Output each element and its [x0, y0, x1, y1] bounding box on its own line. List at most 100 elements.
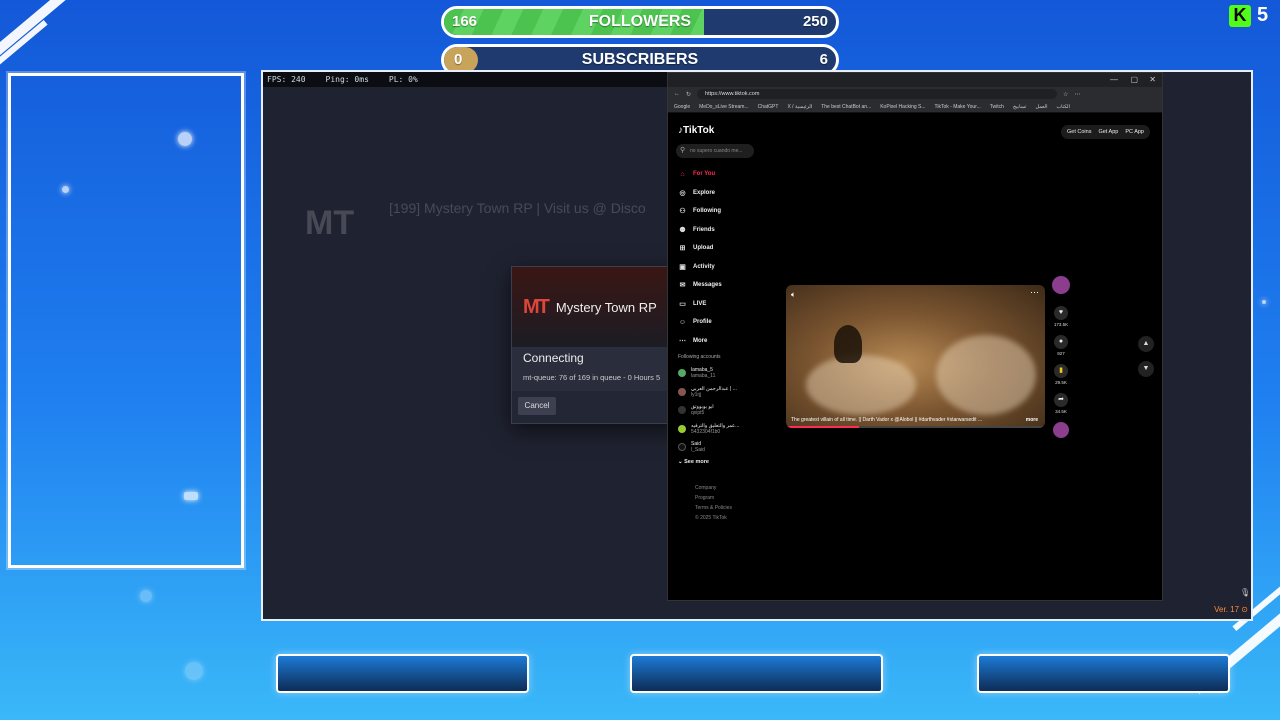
- video-smoke: [936, 335, 1036, 415]
- account-item[interactable]: Said l_Said: [678, 438, 758, 457]
- footer-link[interactable]: Company: [695, 483, 732, 493]
- bookmark-item[interactable]: ChatGPT: [758, 101, 779, 112]
- account-item[interactable]: ابو بوبووتق qxipt5: [678, 401, 758, 420]
- kick-logo-icon: K: [1229, 4, 1251, 27]
- message-icon: ✉: [679, 282, 686, 290]
- dialog-footer: Cancel: [512, 391, 680, 423]
- nav-item-more[interactable]: ⋯ More: [678, 332, 758, 351]
- nav-item-following[interactable]: ⚇ Following: [678, 202, 758, 221]
- favorite-icon[interactable]: ☆: [1063, 91, 1068, 98]
- footer-link[interactable]: Program: [695, 493, 732, 503]
- decorative-stripe: [0, 0, 97, 64]
- followers-goal-bar: 166 FOLLOWERS 250: [441, 6, 839, 38]
- video-progress-bar[interactable]: [786, 426, 1045, 428]
- address-bar-row: ← ↻ https://www.tiktok.com ☆ ⋯: [668, 87, 1162, 101]
- video-caption: The greatest villain of all time. || Dar…: [791, 417, 1040, 423]
- account-name: عبدالرحمن العربي | ...: [691, 385, 737, 392]
- connecting-dialog: MT Mystery Town RP Connecting mt-queue: …: [511, 266, 681, 424]
- like-count: 173.5K: [1053, 322, 1069, 327]
- bookmark-item[interactable]: KoPixel Hacking S...: [880, 101, 925, 112]
- comment-icon[interactable]: ●: [1054, 335, 1068, 349]
- avatar: [678, 406, 686, 415]
- account-item[interactable]: lamaba_5 lamaba_11: [678, 364, 758, 383]
- video-progress-fill: [786, 426, 859, 428]
- account-handle: l_Said: [691, 447, 705, 454]
- friends-icon: ⚉: [679, 226, 686, 234]
- nav-item-profile[interactable]: ☺ Profile: [678, 313, 758, 332]
- maximize-icon[interactable]: ▢: [1130, 75, 1138, 84]
- get-app-button[interactable]: Get App: [1098, 125, 1118, 139]
- previous-video-button[interactable]: ▲: [1138, 336, 1154, 352]
- search-input[interactable]: no supero cuando me...: [676, 144, 754, 158]
- get-coins-button[interactable]: Get Coins: [1067, 125, 1091, 139]
- video-player[interactable]: 🔈︎ ⋯ The greatest villain of all time. |…: [786, 285, 1045, 428]
- video-figure: [834, 325, 862, 363]
- bookmark-item[interactable]: The best ChatBot an...: [821, 101, 871, 112]
- next-video-button[interactable]: ▼: [1138, 361, 1154, 377]
- nav-item-activity[interactable]: ▣ Activity: [678, 258, 758, 277]
- caption-more-link[interactable]: more: [1026, 417, 1038, 423]
- nav-item-explore[interactable]: ◎ Explore: [678, 184, 758, 203]
- cancel-button[interactable]: Cancel: [518, 397, 556, 415]
- nav-item-upload[interactable]: ⊞ Upload: [678, 239, 758, 258]
- nav-label: For You: [693, 171, 716, 178]
- nav-label: Messages: [693, 282, 722, 289]
- inbox-icon: ▣: [679, 263, 686, 271]
- nav-label: Following: [693, 208, 721, 215]
- nav-item-friends[interactable]: ⚉ Friends: [678, 221, 758, 240]
- kick-counter: K 5: [1229, 4, 1268, 27]
- nav-label: Upload: [693, 245, 714, 252]
- close-icon[interactable]: ✕: [1149, 75, 1156, 84]
- video-options-icon[interactable]: ⋯: [1030, 287, 1039, 298]
- bookmarks-bar: Google MeDo_sLive Stream... ChatGPT X / …: [668, 101, 1162, 113]
- reload-icon[interactable]: ↻: [686, 91, 691, 98]
- compass-icon: ◎: [679, 189, 686, 197]
- see-more-text: See more: [684, 458, 709, 465]
- avatar: [678, 387, 686, 396]
- bookmark-item[interactable]: TikTok - Make Your...: [935, 101, 981, 112]
- nav-item-messages[interactable]: ✉ Messages: [678, 276, 758, 295]
- microphone-icon: 🎙︎: [1240, 588, 1251, 597]
- bookmark-item[interactable]: Google: [674, 101, 690, 112]
- bookmark-icon[interactable]: ▮: [1054, 364, 1068, 378]
- bookmark-item[interactable]: MeDo_sLive Stream...: [699, 101, 748, 112]
- account-item[interactable]: عمر والتعليق والترفيه... 5432304f1b0: [678, 420, 758, 439]
- comment-count: 927: [1057, 351, 1065, 356]
- url-input[interactable]: https://www.tiktok.com: [697, 89, 1058, 99]
- like-icon[interactable]: ♥: [1054, 306, 1068, 320]
- nav-item-for-you[interactable]: ⌂ For You: [678, 165, 758, 184]
- bookmark-item[interactable]: الكتاب: [1056, 101, 1069, 112]
- extensions-icon[interactable]: ⋯: [1074, 91, 1080, 98]
- account-handle: ly1rjj: [691, 391, 702, 398]
- tiktok-footer: Company Program Terms & Policies © 2025 …: [695, 483, 732, 523]
- account-item[interactable]: عبدالرحمن العربي | ... ly1rjj: [678, 383, 758, 402]
- creator-avatar[interactable]: [1052, 276, 1070, 294]
- account-handle: lamaba_11: [691, 373, 716, 380]
- share-icon[interactable]: ➦: [1054, 393, 1068, 407]
- bookmark-item[interactable]: X / الرئيسية: [787, 101, 812, 112]
- avatar: [678, 369, 686, 378]
- pc-app-button[interactable]: PC App: [1125, 125, 1144, 139]
- game-screen: FPS: 240 Ping: 0ms PL: 0% MT [199] Myste…: [261, 70, 1253, 621]
- overlay-panel-center: [630, 654, 883, 693]
- bookmark-count: 29.5K: [1055, 380, 1067, 385]
- music-disc-icon[interactable]: [1053, 422, 1069, 438]
- back-icon[interactable]: ←: [674, 91, 680, 97]
- tiktok-logo[interactable]: ♪TikTok: [678, 125, 714, 136]
- version-text: Ver. 17: [1214, 605, 1240, 614]
- footer-link[interactable]: Terms & Policies: [695, 503, 732, 513]
- background-sparkle: [1262, 300, 1266, 304]
- server-title-faded: [199] Mystery Town RP | Visit us @ Disco: [389, 200, 646, 216]
- minimize-icon[interactable]: —: [1110, 75, 1118, 84]
- followers-target: 250: [802, 13, 828, 30]
- see-more-link[interactable]: ⌄ See more: [678, 459, 758, 465]
- bookmark-item[interactable]: العمل: [1035, 101, 1047, 112]
- bookmark-item[interactable]: تسابيح: [1013, 101, 1027, 112]
- nav-label: Friends: [693, 226, 715, 233]
- settings-icon[interactable]: ⊙: [1241, 605, 1248, 614]
- video-smoke: [806, 355, 916, 415]
- bookmark-item[interactable]: Twitch: [990, 101, 1004, 112]
- ping-stat: Ping: 0ms: [325, 75, 369, 84]
- nav-item-live[interactable]: ▭ LIVE: [678, 295, 758, 314]
- volume-icon[interactable]: 🔈︎: [791, 290, 796, 300]
